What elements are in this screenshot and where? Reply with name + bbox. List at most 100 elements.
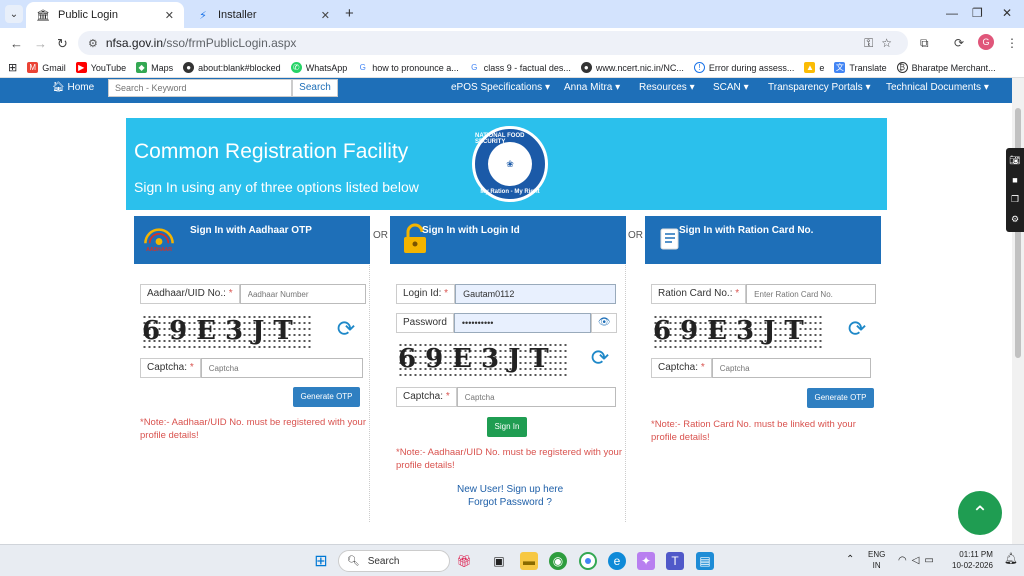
- maps-pin-icon: ◆: [136, 62, 148, 73]
- file-explorer-icon[interactable]: ▬: [520, 552, 538, 570]
- apps-grid-icon[interactable]: ⊞: [8, 61, 17, 74]
- settings-gear-icon[interactable]: ⚙: [1011, 214, 1019, 225]
- bookmark-google-pronounce[interactable]: Ghow to pronounce a...: [357, 62, 459, 73]
- camera-icon[interactable]: 📷︎: [1009, 155, 1020, 166]
- keyword-search-input[interactable]: [108, 79, 292, 97]
- url-omnibox[interactable]: ⚙ nfsa.gov.in/sso/frmPublicLogin.aspx ⚿☆: [78, 31, 908, 55]
- tab-installer[interactable]: ⚡ Installer ✕: [186, 2, 340, 28]
- youtube-icon: ▶: [75, 62, 87, 73]
- language-indicator[interactable]: ENG IN: [868, 549, 885, 571]
- password-input[interactable]: [453, 313, 591, 333]
- sync-icon[interactable]: ⟳: [954, 36, 964, 50]
- bookmark-google-class9[interactable]: Gclass 9 - factual des...: [468, 62, 571, 73]
- or-divider: OR: [373, 230, 388, 241]
- menu-scan[interactable]: SCAN ▾: [713, 82, 749, 93]
- refresh-captcha-icon[interactable]: ⟳: [588, 347, 612, 371]
- new-tab-plus-icon[interactable]: +: [345, 6, 354, 21]
- bookmark-bharatpe[interactable]: ₿ Bharatpe Merchant...: [896, 62, 996, 73]
- windows-start-icon[interactable]: ⊞: [312, 552, 330, 570]
- bookmark-youtube[interactable]: ▶ YouTube: [75, 62, 126, 73]
- back-arrow-icon[interactable]: ←: [10, 36, 23, 51]
- menu-anna-mitra[interactable]: Anna Mitra ▾: [564, 82, 620, 93]
- reload-icon[interactable]: ↻: [57, 36, 68, 52]
- key-and-star-icons[interactable]: ⚿☆: [864, 36, 900, 51]
- aadhaar-number-input[interactable]: [239, 284, 366, 304]
- page-title: Common Registration Facility: [134, 140, 409, 163]
- restore-icon[interactable]: ❐: [972, 6, 983, 20]
- generate-otp-button[interactable]: Generate OTP: [293, 387, 360, 407]
- store-icon[interactable]: ▤: [696, 552, 714, 570]
- ration-card-input[interactable]: [746, 284, 877, 304]
- task-view-icon[interactable]: ▣: [490, 552, 508, 570]
- field-label: Login Id: *: [396, 284, 456, 304]
- window-close-icon[interactable]: ✕: [1002, 6, 1012, 20]
- copilot-icon[interactable]: ✦: [637, 552, 655, 570]
- scrollbar-thumb[interactable]: [1015, 108, 1021, 358]
- search-button[interactable]: Search: [292, 79, 338, 97]
- gift-widget-icon[interactable]: 🎁︎: [455, 552, 473, 570]
- bookmark-maps[interactable]: ◆ Maps: [136, 62, 173, 73]
- wifi-volume-battery-icons[interactable]: ◠◁▭: [898, 555, 939, 566]
- show-password-eye-icon[interactable]: 👁︎: [590, 313, 617, 333]
- captcha-input[interactable]: [200, 358, 363, 378]
- scroll-to-top-button[interactable]: ⌃: [958, 491, 1002, 535]
- taskbar-search-box[interactable]: 🔍︎ Search: [338, 550, 450, 572]
- bookmark-e[interactable]: ▲ e: [804, 62, 824, 73]
- close-tab-icon[interactable]: ✕: [321, 9, 330, 22]
- google-icon: G: [357, 62, 369, 73]
- profile-avatar[interactable]: G: [978, 34, 994, 50]
- menu-technical-documents[interactable]: Technical Documents ▾: [886, 82, 989, 93]
- captcha-image: 69E3JT: [142, 314, 312, 348]
- panel-header: Sign In with Ration Card No.: [645, 216, 881, 264]
- browser-menu-icon[interactable]: ⋮: [1006, 36, 1018, 50]
- bookmark-ncert[interactable]: ● www.ncert.nic.in/NC...: [580, 62, 684, 73]
- forgot-password-link[interactable]: Forgot Password ?: [468, 497, 552, 508]
- generate-otp-button[interactable]: Generate OTP: [807, 388, 874, 408]
- panel-title: Sign In with Ration Card No.: [679, 225, 814, 236]
- refresh-captcha-icon[interactable]: ⟳: [845, 318, 869, 342]
- signup-link[interactable]: New User! Sign up here: [457, 484, 563, 495]
- refresh-captcha-icon[interactable]: ⟳: [334, 318, 358, 342]
- green-app-icon[interactable]: ◉: [549, 552, 567, 570]
- captcha-input[interactable]: [711, 358, 871, 378]
- teams-icon[interactable]: T: [666, 552, 684, 570]
- field-label: Captcha: *: [396, 387, 457, 407]
- note-text: *Note:- Ration Card No. must be linked w…: [651, 419, 856, 443]
- menu-resources[interactable]: Resources ▾: [639, 82, 695, 93]
- bookmark-whatsapp[interactable]: ✆ WhatsApp: [290, 62, 347, 73]
- bookmark-gmail[interactable]: M Gmail: [27, 62, 66, 73]
- menu-epos-specifications[interactable]: ePOS Specifications ▾: [451, 82, 550, 93]
- tab-public-login[interactable]: 🏛 Public Login ✕: [26, 2, 184, 28]
- ration-card-signin-panel: Sign In with Ration Card No. Ration Card…: [645, 216, 881, 522]
- globe-icon: ●: [580, 62, 592, 73]
- edge-icon[interactable]: e: [608, 552, 626, 570]
- captcha-image: 69E3JT: [398, 342, 568, 376]
- sign-in-button[interactable]: Sign In: [487, 417, 527, 437]
- tab-search-chevron-icon[interactable]: ⌄: [5, 5, 23, 23]
- wheat-emblem-icon: ❀: [488, 142, 532, 186]
- video-record-icon[interactable]: ■: [1012, 175, 1017, 185]
- login-id-input[interactable]: [455, 284, 617, 304]
- close-tab-icon[interactable]: ✕: [165, 9, 174, 22]
- ration-card-field: Ration Card No.: *: [651, 284, 877, 304]
- clock[interactable]: 01:11 PM 10-02-2026: [952, 549, 993, 571]
- chrome-icon[interactable]: [579, 552, 597, 570]
- minimize-icon[interactable]: —: [946, 6, 958, 20]
- captcha-input[interactable]: [456, 387, 616, 407]
- chevron-up-icon: ⌃: [971, 502, 989, 525]
- copy-icon[interactable]: ❐: [1011, 194, 1019, 205]
- notification-bell-icon[interactable]: 🔔︎: [1004, 554, 1018, 565]
- bookmark-blank[interactable]: ● about:blank#blocked: [183, 62, 281, 73]
- aadhaar-number-field: Aadhaar/UID No.: *: [140, 284, 366, 304]
- show-hidden-icons-chevron[interactable]: ⌃: [846, 554, 854, 565]
- login-id-signin-panel: Sign In with Login Id Login Id: * Passwo…: [390, 216, 626, 522]
- field-label: Password: [396, 313, 454, 333]
- extensions-puzzle-icon[interactable]: ⧉: [920, 36, 929, 51]
- captcha-field: Captcha: *: [140, 358, 363, 378]
- menu-transparency-portals[interactable]: Transparency Portals ▾: [768, 82, 870, 93]
- bookmark-error[interactable]: ! Error during assess...: [693, 62, 794, 73]
- bookmark-translate[interactable]: 文 Translate: [834, 62, 887, 73]
- forward-arrow-icon[interactable]: →: [34, 36, 47, 51]
- site-info-icon[interactable]: ⚙: [88, 37, 98, 50]
- nav-home-link[interactable]: 🏠︎ Home: [52, 82, 94, 93]
